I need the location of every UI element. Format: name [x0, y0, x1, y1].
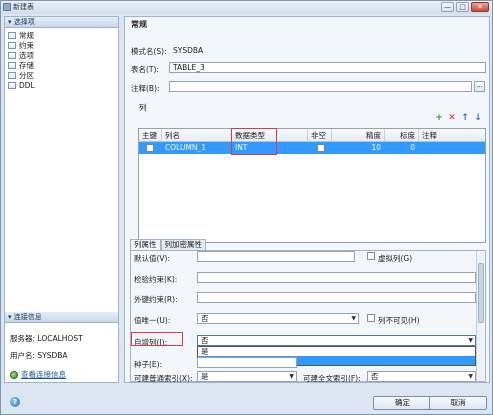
table-row[interactable]: COLUMN_1 INT 10 0 [139, 142, 485, 154]
title-bar: 新建表 — □ ✕ [1, 1, 492, 14]
close-button[interactable]: ✕ [471, 2, 489, 12]
cancel-button[interactable]: 取消 [429, 396, 487, 410]
header-primary-key[interactable]: 主键 [139, 129, 162, 142]
connection-info-header: ▾ 连接信息 [5, 312, 118, 323]
column-toolbar: + ✕ ↑ ↓ [435, 114, 482, 123]
window-title: 新建表 [13, 3, 34, 11]
table-name-label: 表名(T): [131, 65, 159, 74]
unique-label: 值唯一(U): [134, 316, 171, 325]
chevron-down-icon: ▼ [468, 373, 473, 380]
window-controls: — □ ✕ [441, 2, 489, 12]
normal-index-label: 可建普通索引(X): [134, 374, 193, 383]
tab-column-properties[interactable]: 列属性 [130, 239, 161, 250]
delete-column-icon[interactable]: ✕ [448, 114, 456, 123]
columns-group-label: 列 [139, 103, 147, 112]
column-name-cell[interactable]: COLUMN_1 [162, 142, 232, 154]
page-icon [8, 31, 16, 39]
fulltext-index-label: 可建全文索引(F): [303, 374, 361, 383]
move-up-icon[interactable]: ↑ [461, 114, 469, 123]
left-panel: ▾ 选择项 常规 约束 选项 存储 分区 DDL ▾ 连接信息 服务器: LOC… [4, 16, 119, 383]
chevron-down-icon: ▼ [351, 315, 356, 322]
page-icon [8, 61, 16, 69]
header-column-name[interactable]: 列名 [162, 129, 232, 142]
foreign-key-input[interactable] [197, 292, 476, 303]
identity-option-yes[interactable]: 是 [198, 347, 475, 356]
check-constraint-input[interactable] [197, 272, 476, 283]
scale-cell[interactable]: 0 [385, 142, 419, 154]
chevron-down-icon: ▼ [289, 373, 294, 380]
identity-select[interactable]: 否 ▼ [197, 335, 476, 346]
comment-input[interactable] [169, 81, 472, 92]
invisible-column-label: 列不可见(H) [378, 316, 420, 325]
comment-cell[interactable] [419, 142, 485, 154]
header-scale[interactable]: 标度 [385, 129, 419, 142]
add-column-icon[interactable]: + [435, 114, 443, 123]
foreign-key-label: 外键约束(R): [134, 295, 178, 304]
chevron-down-icon: ▼ [468, 337, 473, 344]
unique-select[interactable]: 否 ▼ [197, 313, 359, 324]
app-icon [3, 3, 11, 11]
data-type-highlight [231, 128, 277, 155]
select-items-header: ▾ 选择项 [5, 17, 118, 28]
server-info: 服务器: LOCALHOST [10, 334, 83, 343]
header-precision[interactable]: 精度 [332, 129, 385, 142]
ok-button[interactable]: 确定 [373, 396, 432, 410]
invisible-column-checkbox[interactable] [367, 314, 375, 322]
page-icon [8, 81, 16, 89]
nav-item-general[interactable]: 常规 [8, 30, 118, 40]
header-comment[interactable]: 注释 [419, 129, 485, 142]
section-title: 常规 [131, 20, 147, 29]
properties-scrollbar[interactable] [476, 251, 484, 381]
connection-icon [10, 370, 18, 379]
schema-value: SYSDBA [173, 46, 204, 55]
identity-label-highlight [131, 332, 183, 346]
move-down-icon[interactable]: ↓ [474, 114, 482, 123]
nav-item-options[interactable]: 选项 [8, 50, 118, 60]
default-value-label: 默认值(V): [134, 254, 171, 263]
seed-input[interactable] [197, 357, 297, 368]
nav-item-partition[interactable]: 分区 [8, 70, 118, 80]
main-panel: 常规 模式名(S): SYSDBA 表名(T): TABLE_3 注释(B): … [124, 16, 490, 383]
comment-edit-button[interactable]: ... [474, 81, 485, 92]
nav-list: 常规 约束 选项 存储 分区 DDL [5, 28, 118, 90]
tab-column-encryption[interactable]: 列加密属性 [160, 239, 206, 250]
seed-label: 种子(E): [134, 360, 163, 369]
nav-item-ddl[interactable]: DDL [8, 80, 118, 90]
header-not-null[interactable]: 非空 [308, 129, 332, 142]
not-null-checkbox[interactable] [317, 144, 325, 152]
maximize-button[interactable]: □ [456, 2, 469, 12]
check-constraint-label: 检验约束(K): [134, 275, 178, 284]
comment-label: 注释(B): [131, 84, 160, 93]
help-icon[interactable]: ? [10, 397, 20, 407]
primary-key-checkbox[interactable] [146, 144, 154, 152]
view-connection-link[interactable]: 查看连接信息 [10, 369, 66, 380]
page-icon [8, 71, 16, 79]
scrollbar-thumb[interactable] [478, 263, 484, 323]
columns-grid: 主键 列名 数据类型 非空 精度 标度 注释 COLUMN_1 INT 10 0 [138, 128, 486, 243]
precision-cell[interactable]: 10 [332, 142, 385, 154]
nav-item-storage[interactable]: 存储 [8, 60, 118, 70]
table-name-input[interactable]: TABLE_3 [169, 62, 486, 73]
fulltext-index-select[interactable]: 否 ▼ [367, 371, 476, 382]
user-info: 用户名: SYSDBA [10, 351, 68, 360]
virtual-column-label: 虚拟列(G) [378, 254, 413, 263]
nav-item-constraints[interactable]: 约束 [8, 40, 118, 50]
default-value-input[interactable] [197, 251, 355, 262]
new-table-dialog: 新建表 — □ ✕ ▾ 选择项 常规 约束 选项 存储 分区 DDL ▾ 连接信… [0, 0, 493, 415]
schema-label: 模式名(S): [131, 47, 167, 56]
normal-index-select[interactable]: 是 ▼ [197, 371, 297, 382]
minimize-button[interactable]: — [441, 2, 454, 12]
page-icon [8, 41, 16, 49]
column-properties-panel: 默认值(V): 虚拟列(G) 检验约束(K): 外键约束(R): 值唯一(U):… [130, 250, 486, 383]
page-icon [8, 51, 16, 59]
property-tabs: 列属性 列加密属性 [130, 239, 206, 250]
virtual-column-checkbox[interactable] [367, 252, 375, 260]
grid-header: 主键 列名 数据类型 非空 精度 标度 注释 [139, 129, 485, 142]
